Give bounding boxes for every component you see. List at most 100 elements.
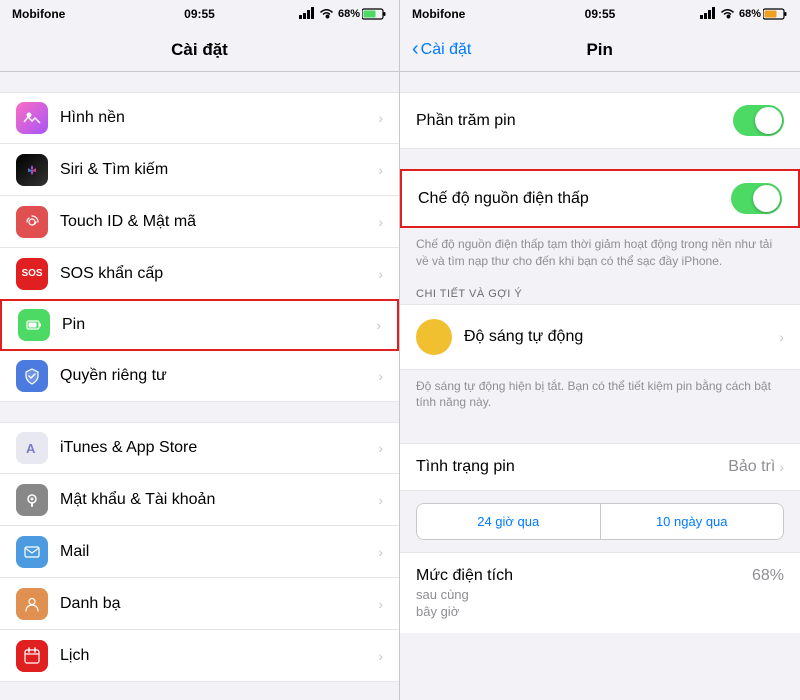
battery-chevron: › [376, 317, 381, 333]
mail-chevron: › [378, 544, 383, 560]
settings-item-battery[interactable]: Pin › [0, 299, 399, 351]
section-phantram: Phần trăm pin [400, 92, 800, 149]
sos-chevron: › [378, 266, 383, 282]
right-panel: Mobifone 09:55 68% [400, 0, 800, 700]
settings-item-password[interactable]: Mật khẩu & Tài khoản › [0, 474, 399, 526]
settings-item-privacy[interactable]: Quyền riêng tư › [0, 350, 399, 402]
chedo-desc: Chế độ nguồn điện thấp tạm thời giảm hoạ… [400, 228, 800, 282]
mucdien-value: 68% [752, 567, 784, 585]
right-time: 09:55 [537, 7, 662, 21]
calendar-label: Lịch [60, 647, 378, 665]
settings-section-main: Hình nền › [0, 92, 399, 402]
privacy-icon [16, 360, 48, 392]
phantram-toggle-knob [755, 107, 782, 134]
settings-section-apps: A iTunes & App Store › Mật khẩu & Tài kh… [0, 422, 399, 682]
mucdien-row: Mức điện tích sau cùng bây giờ 68% [400, 552, 800, 633]
wallpaper-chevron: › [378, 110, 383, 126]
chedo-label: Chế độ nguồn điện thấp [418, 190, 731, 208]
left-page-title: Cài đặt [171, 40, 228, 60]
privacy-label: Quyền riêng tư [60, 367, 378, 385]
chedo-toggle-knob [753, 185, 780, 212]
tinhtrang-value: Bảo trì [728, 458, 775, 476]
right-signal-icon [700, 7, 716, 22]
tab-10days[interactable]: 10 ngày qua [600, 504, 784, 539]
section-chedo: Chế độ nguồn điện thấp Chế độ nguồn điện… [400, 169, 800, 282]
dosang-icon [416, 319, 452, 355]
battery-menu-icon [18, 309, 50, 341]
left-panel: Mobifone 09:55 68% [0, 0, 400, 700]
left-status-bar: Mobifone 09:55 68% [0, 0, 399, 28]
settings-item-mail[interactable]: Mail › [0, 526, 399, 578]
back-label: Cài đặt [421, 41, 472, 59]
right-status-bar: Mobifone 09:55 68% [400, 0, 800, 28]
itunes-label: iTunes & App Store [60, 439, 378, 457]
settings-list: Hình nền › [0, 72, 399, 700]
calendar-icon [16, 640, 48, 672]
chitiet-header: CHI TIẾT VÀ GỢI Ý [400, 282, 800, 304]
touchid-chevron: › [378, 214, 383, 230]
phantram-toggle[interactable] [733, 105, 784, 136]
siri-chevron: › [378, 162, 383, 178]
right-status-icons: 68% [663, 7, 788, 22]
back-button[interactable]: ‹ Cài đặt [412, 38, 471, 61]
phantram-row: Phần trăm pin [400, 92, 800, 149]
mucdien-subtitle2: bây giờ [416, 604, 752, 619]
contacts-chevron: › [378, 596, 383, 612]
contacts-icon [16, 588, 48, 620]
privacy-chevron: › [378, 368, 383, 384]
touchid-icon [16, 206, 48, 238]
itunes-icon: A [16, 432, 48, 464]
left-time: 09:55 [137, 7, 262, 21]
dosang-label: Độ sáng tự động [464, 328, 779, 346]
right-page-title: Pin [471, 40, 728, 60]
dosang-desc: Độ sáng tự động hiện bị tắt. Bạn có thể … [400, 370, 800, 424]
signal-icon [299, 7, 315, 22]
right-nav-bar: ‹ Cài đặt Pin [400, 28, 800, 72]
settings-item-wallpaper[interactable]: Hình nền › [0, 92, 399, 144]
mucdien-subtitle: sau cùng [416, 587, 752, 602]
back-chevron-icon: ‹ [412, 38, 419, 61]
settings-item-siri[interactable]: Siri & Tìm kiếm › [0, 144, 399, 196]
phantram-label: Phần trăm pin [416, 112, 733, 130]
settings-item-contacts[interactable]: Danh bạ › [0, 578, 399, 630]
password-label: Mật khẩu & Tài khoản [60, 491, 378, 509]
sos-label: SOS khẩn cấp [60, 265, 378, 283]
settings-item-touchid[interactable]: Touch ID & Mật mã › [0, 196, 399, 248]
right-battery-icon: 68% [739, 8, 788, 20]
right-content: Phần trăm pin Chế độ nguồn điện thấp Chế… [400, 72, 800, 700]
left-status-icons: 68% [262, 7, 387, 22]
settings-item-calendar[interactable]: Lịch › [0, 630, 399, 682]
tab-24h[interactable]: 24 giờ qua [417, 504, 600, 539]
chedo-toggle[interactable] [731, 183, 782, 214]
mail-label: Mail [60, 543, 378, 561]
password-icon [16, 484, 48, 516]
tabs-row: 24 giờ qua 10 ngày qua [416, 503, 784, 540]
siri-icon [16, 154, 48, 186]
right-carrier: Mobifone [412, 7, 537, 21]
contacts-label: Danh bạ [60, 595, 378, 613]
calendar-chevron: › [378, 648, 383, 664]
sos-icon: SOS [16, 258, 48, 290]
dosang-row[interactable]: Độ sáng tự động › [400, 304, 800, 370]
tinhtrang-row[interactable]: Tình trạng pin Bảo trì › [400, 443, 800, 491]
dosang-chevron: › [779, 329, 784, 345]
svg-text:A: A [26, 441, 36, 456]
wallpaper-icon [16, 102, 48, 134]
left-carrier: Mobifone [12, 7, 137, 21]
siri-label: Siri & Tìm kiếm [60, 161, 378, 179]
left-nav-title-bar: Cài đặt [0, 28, 399, 72]
password-chevron: › [378, 492, 383, 508]
wifi-icon [319, 7, 334, 22]
settings-item-itunes[interactable]: A iTunes & App Store › [0, 422, 399, 474]
chedo-row: Chế độ nguồn điện thấp [400, 169, 800, 228]
itunes-chevron: › [378, 440, 383, 456]
wallpaper-label: Hình nền [60, 109, 378, 127]
battery-label: Pin [62, 316, 376, 334]
settings-item-sos[interactable]: SOS SOS khẩn cấp › [0, 248, 399, 300]
touchid-label: Touch ID & Mật mã [60, 213, 378, 231]
right-wifi-icon [720, 7, 735, 22]
mucdien-title: Mức điện tích [416, 567, 752, 585]
tinhtrang-chevron: › [779, 459, 784, 475]
battery-icon-left: 68% [338, 8, 387, 20]
mail-icon [16, 536, 48, 568]
